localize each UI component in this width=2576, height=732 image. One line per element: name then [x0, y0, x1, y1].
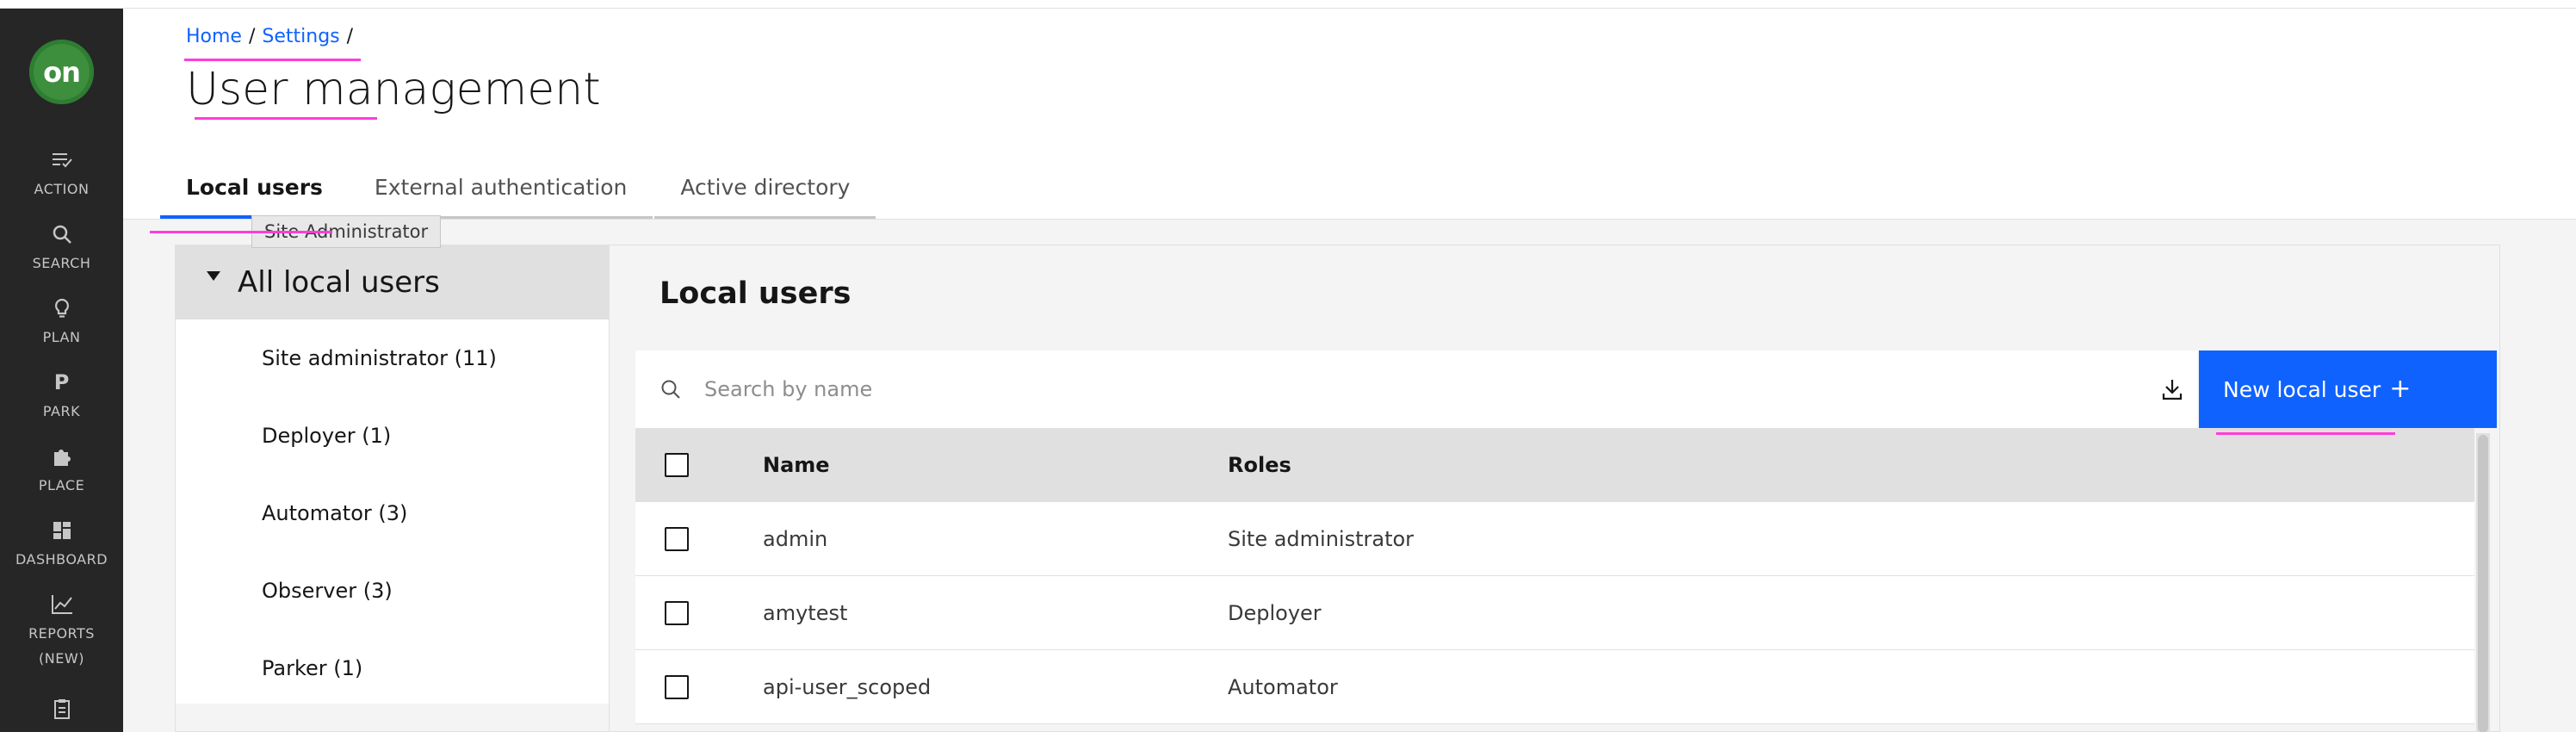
column-header-name[interactable]: Name: [763, 453, 1228, 477]
cell-role: Deployer: [1228, 600, 1322, 625]
rail-label-action: ACTION: [34, 181, 90, 197]
app-logo[interactable]: on: [29, 40, 94, 104]
action-list-icon: [52, 153, 72, 168]
tree-header-label: All local users: [238, 265, 440, 300]
row-checkbox[interactable]: [665, 526, 689, 551]
caret-down-icon: [207, 270, 220, 281]
breadcrumb-settings[interactable]: Settings: [262, 26, 339, 47]
table-scrollbar-thumb[interactable]: [2478, 435, 2488, 732]
cell-name: api-user_scoped: [763, 674, 932, 699]
annotation-underline-title: [195, 117, 377, 120]
annotation-strike-tooltip: [150, 231, 332, 233]
table-row[interactable]: admin Site administrator: [635, 502, 2474, 576]
download-icon[interactable]: [2159, 376, 2185, 402]
page-title: User management: [186, 64, 601, 115]
cell-role: Automator: [1228, 674, 1338, 699]
tree-item-deployer[interactable]: Deployer (1): [176, 397, 609, 475]
cell-name: admin: [763, 526, 828, 551]
column-header-roles[interactable]: Roles: [1228, 453, 2474, 477]
rail-item-place[interactable]: PLACE: [0, 445, 123, 498]
table-header: Name Roles: [635, 428, 2474, 502]
tree-header[interactable]: All local users: [176, 245, 609, 319]
search-icon: [661, 380, 680, 399]
breadcrumb: Home / Settings /: [186, 26, 360, 47]
rail-item-action[interactable]: ACTION: [0, 149, 123, 202]
role-tree: All local users Site administrator (11) …: [175, 245, 610, 732]
rail-label-park: PARK: [42, 403, 81, 419]
rail-item-dashboard[interactable]: DASHBOARD: [0, 519, 123, 572]
logo-text: on: [43, 55, 81, 89]
plus-icon: +: [2389, 374, 2412, 404]
search-input[interactable]: [704, 366, 2082, 413]
clipboard-icon: [53, 699, 70, 719]
users-table: Name Roles admin Site administrator amyt…: [635, 428, 2474, 724]
rail-label-place: PLACE: [38, 477, 85, 493]
tree-item-parker[interactable]: Parker (1): [176, 630, 609, 707]
tab-external-authentication[interactable]: External authentication: [348, 158, 653, 219]
rail-item-search[interactable]: SEARCH: [0, 223, 123, 276]
local-users-panel: Local users New local user + Name Roles …: [610, 245, 2500, 732]
dashboard-icon: [53, 522, 71, 539]
panel-title: Local users: [659, 276, 851, 311]
table-row[interactable]: api-user_scoped Automator: [635, 650, 2474, 724]
annotation-underline-breadcrumb: [184, 59, 361, 61]
rail-item-park[interactable]: P PARK: [0, 371, 123, 424]
tree-item-automator[interactable]: Automator (3): [176, 475, 609, 552]
tree-item-observer[interactable]: Observer (3): [176, 552, 609, 630]
breadcrumb-home[interactable]: Home: [186, 26, 242, 47]
rail-label-dashboard: DASHBOARD: [15, 551, 108, 568]
rail-item-reports[interactable]: REPORTS: [0, 698, 123, 732]
rail-label-search: SEARCH: [32, 255, 91, 271]
table-toolbar: [635, 350, 2197, 428]
row-checkbox[interactable]: [665, 600, 689, 625]
rail-label-reports-new: REPORTS: [28, 625, 95, 642]
new-local-user-button[interactable]: New local user +: [2199, 350, 2497, 428]
chart-line-icon: [51, 595, 72, 614]
tab-local-users[interactable]: Local users: [160, 158, 349, 219]
rail-item-plan[interactable]: PLAN: [0, 297, 123, 350]
rail-label-plan: PLAN: [42, 329, 81, 345]
tab-active-directory[interactable]: Active directory: [654, 158, 876, 219]
park-p-icon: P: [53, 370, 70, 394]
table-row[interactable]: amytest Deployer: [635, 576, 2474, 650]
rail-item-reports-new[interactable]: REPORTS (NEW): [0, 593, 123, 671]
new-local-user-label: New local user: [2223, 376, 2381, 402]
row-checkbox[interactable]: [665, 674, 689, 699]
select-all-checkbox[interactable]: [665, 453, 689, 477]
breadcrumb-separator: /: [248, 26, 256, 47]
annotation-underline-new-button: [2216, 432, 2395, 435]
lightbulb-icon: [54, 298, 69, 318]
search-icon: [53, 225, 71, 244]
side-rail: on ACTION SEARCH PLAN P PARK PLACE DASHB…: [0, 9, 123, 732]
rail-label-reports: REPORTS: [0, 725, 123, 732]
rail-label-reports-new-suffix: (NEW): [39, 650, 84, 667]
breadcrumb-separator: /: [346, 26, 354, 47]
puzzle-icon: [53, 450, 71, 466]
tree-footer: [176, 704, 609, 731]
top-border: [0, 0, 2576, 9]
cell-name: amytest: [763, 600, 848, 625]
tab-list: Local users External authentication Acti…: [160, 158, 876, 219]
cell-role: Site administrator: [1228, 526, 1415, 551]
tree-item-site-administrator[interactable]: Site administrator (11): [176, 319, 609, 397]
